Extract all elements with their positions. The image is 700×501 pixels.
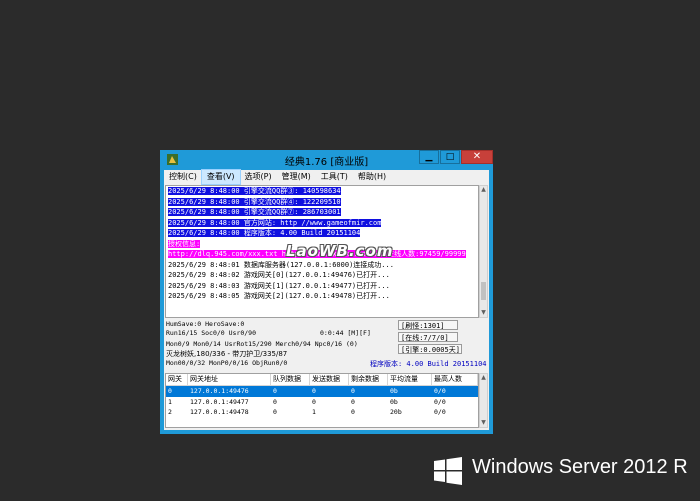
stat-save: HumSave:0 HeroSave:0 [166, 320, 245, 328]
stat-boss: 灭龙树妖,180/336 - 带刀护卫/335/87 [166, 350, 288, 358]
stat-timer: 0:0:44 [M][F] [320, 329, 371, 337]
col-avg-traffic[interactable]: 平均流量 [388, 374, 432, 385]
menu-options[interactable]: 选项(P) [240, 170, 277, 184]
log-line: 2025/6/29 8:48:02 游戏网关[0](127.0.0.1:4947… [168, 271, 390, 279]
log-scrollbar[interactable]: ▲ ▼ [479, 185, 488, 318]
scroll-up-icon[interactable]: ▲ [480, 186, 487, 194]
table-row[interactable]: 1 127.0.0.1:49477 0 0 0 0b 0/0 [166, 397, 478, 408]
menu-tools[interactable]: 工具(T) [316, 170, 353, 184]
col-address[interactable]: 网关地址 [188, 374, 271, 385]
stat-monsters: Mon0/9 Mon0/14 UsrRot15/290 Merch0/94 Np… [166, 340, 358, 348]
log-line: 2025/6/29 8:48:03 游戏网关[1](127.0.0.1:4947… [168, 281, 390, 290]
watermark: LaoWB.com [286, 242, 394, 260]
col-gateway[interactable]: 网关 [166, 374, 188, 385]
table-row[interactable]: 0 127.0.0.1:49476 0 0 0 0b 0/0 [166, 386, 478, 397]
stat-run: Run16/15 Soc0/0 Usr0/90 [166, 329, 257, 337]
table-scrollbar[interactable]: ▲ ▼ [479, 373, 488, 428]
desktop-brand: Windows Server 2012 R [472, 456, 688, 478]
table-header: 网关 网关地址 队列数据 发送数据 剩余数据 平均流量 最高人数 [166, 374, 478, 386]
gateway-table[interactable]: 网关 网关地址 队列数据 发送数据 剩余数据 平均流量 最高人数 0 127.0… [165, 373, 479, 428]
scroll-up-icon[interactable]: ▲ [480, 374, 487, 382]
menu-bar: 控制(C) 查看(V) 选项(P) 管理(M) 工具(T) 帮助(H) [164, 169, 489, 185]
log-line: 2025/6/29 8:48:00 引擎交流QQ群③: 140598634 [168, 187, 341, 195]
minimize-button[interactable]: ▁ [419, 150, 439, 164]
stat-objects: Mon00/0/32 MonP0/0/16 ObjRun0/0 [166, 359, 288, 367]
scroll-down-icon[interactable]: ▼ [480, 309, 487, 317]
client-area: 控制(C) 查看(V) 选项(P) 管理(M) 工具(T) 帮助(H) 2025… [164, 169, 489, 430]
online-box: [在线:7/7/0] [398, 332, 458, 342]
col-sent[interactable]: 发送数据 [310, 374, 349, 385]
log-line: 2025/6/29 8:48:00 程序版本: 4.00 Build 20151… [168, 229, 361, 237]
log-line: 2025/6/29 8:48:05 游戏网关[2](127.0.0.1:4947… [168, 292, 390, 300]
table-row[interactable]: 2 127.0.0.1:49478 0 1 0 20b 0/0 [166, 407, 478, 418]
menu-control[interactable]: 控制(C) [164, 170, 202, 184]
menu-help[interactable]: 帮助(H) [353, 170, 391, 184]
log-panel[interactable]: 2025/6/29 8:48:00 引擎交流QQ群③: 140598634 20… [165, 185, 479, 318]
scroll-thumb[interactable] [481, 282, 486, 300]
app-window: 经典1.76 [商业版] ▁ □ ✕ 控制(C) 查看(V) 选项(P) 管理(… [160, 150, 493, 434]
refresh-box: [刷怪:1301] [398, 320, 458, 330]
program-version: 程序版本: 4.00 Build 20151104 [370, 360, 487, 368]
engine-box: [引擎:0.0005天] [398, 344, 462, 354]
scroll-down-icon[interactable]: ▼ [480, 419, 487, 427]
col-queue[interactable]: 队列数据 [271, 374, 310, 385]
menu-manage[interactable]: 管理(M) [277, 170, 316, 184]
col-max-users[interactable]: 最高人数 [432, 374, 478, 385]
title-bar[interactable]: 经典1.76 [商业版] ▁ □ ✕ [160, 150, 493, 170]
maximize-button[interactable]: □ [440, 150, 460, 164]
log-line: 2025/6/29 8:48:00 引擎交流QQ群⑦: 286703001 [168, 208, 341, 216]
menu-view[interactable]: 查看(V) [200, 169, 241, 185]
close-button[interactable]: ✕ [461, 150, 493, 164]
log-line: 2025/6/29 8:48:01 数据库服务器(127.0.0.1:6000)… [168, 260, 394, 269]
log-line: 2025/6/29 8:48:00 官方网站: http //www.gameo… [168, 218, 382, 227]
col-remaining[interactable]: 剩余数据 [349, 374, 388, 385]
windows-logo-icon [434, 457, 462, 485]
stats-panel: HumSave:0 HeroSave:0 Run16/15 Soc0/0 Usr… [164, 319, 489, 375]
log-line: 2025/6/29 8:48:00 引擎交流QQ群④: 122209510 [168, 197, 341, 206]
